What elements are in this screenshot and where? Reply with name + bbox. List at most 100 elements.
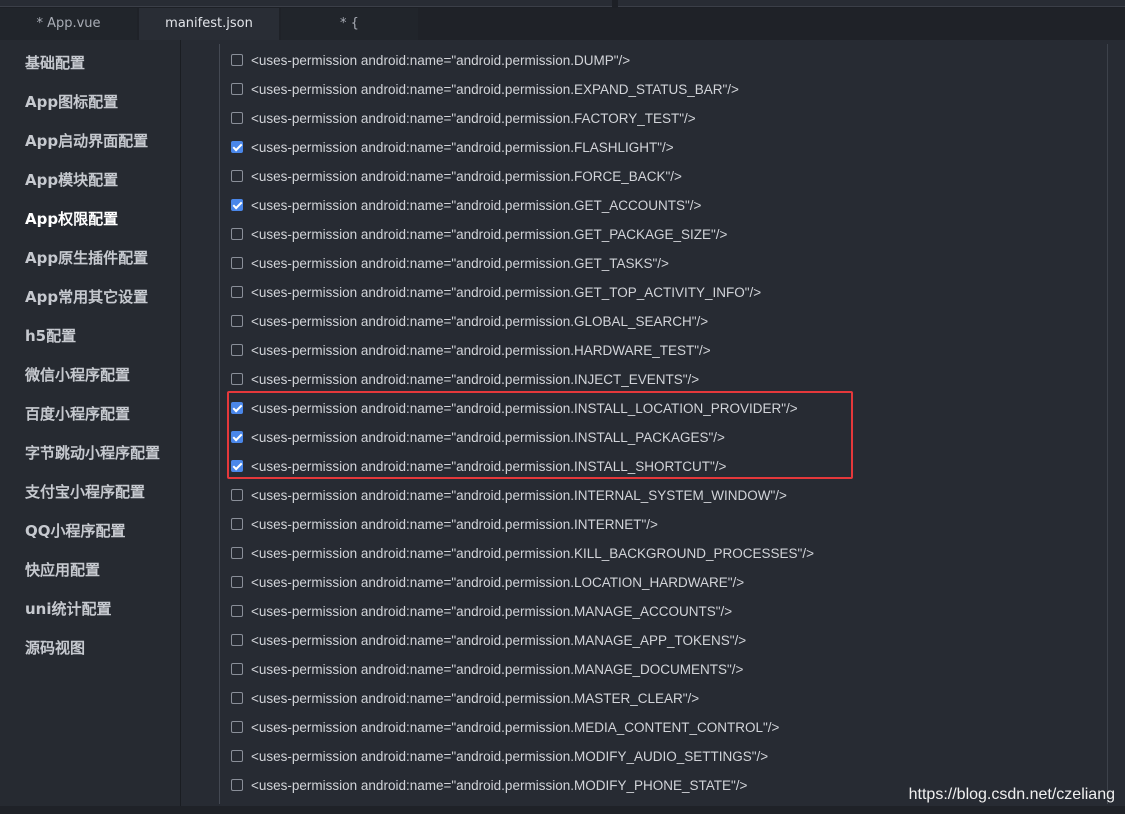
permissions-panel: <uses-permission android:name="android.p…: [181, 40, 1125, 806]
permission-row[interactable]: <uses-permission android:name="android.p…: [231, 311, 708, 331]
checkbox-unchecked[interactable]: [231, 257, 243, 269]
permission-label: <uses-permission android:name="android.p…: [251, 400, 798, 416]
permission-row[interactable]: <uses-permission android:name="android.p…: [231, 369, 699, 389]
permission-label: <uses-permission android:name="android.p…: [251, 487, 787, 503]
watermark: https://blog.csdn.net/czeliang: [908, 786, 1115, 803]
checkbox-checked[interactable]: [231, 431, 243, 443]
permission-label: <uses-permission android:name="android.p…: [251, 110, 696, 126]
permission-row[interactable]: <uses-permission android:name="android.p…: [231, 340, 711, 360]
permission-label: <uses-permission android:name="android.p…: [251, 690, 700, 706]
sidebar-item-app-icon[interactable]: App图标配置: [25, 90, 118, 114]
permission-row[interactable]: <uses-permission android:name="android.p…: [231, 253, 669, 273]
permission-row[interactable]: <uses-permission android:name="android.p…: [231, 485, 787, 505]
checkbox-unchecked[interactable]: [231, 228, 243, 240]
permission-row[interactable]: <uses-permission android:name="android.p…: [231, 717, 779, 737]
sidebar-item-quickapp[interactable]: 快应用配置: [25, 558, 100, 582]
permission-row[interactable]: <uses-permission android:name="android.p…: [231, 746, 768, 766]
permission-label: <uses-permission android:name="android.p…: [251, 516, 658, 532]
permission-label: <uses-permission android:name="android.p…: [251, 458, 727, 474]
checkbox-unchecked[interactable]: [231, 54, 243, 66]
checkbox-unchecked[interactable]: [231, 344, 243, 356]
permission-label: <uses-permission android:name="android.p…: [251, 284, 762, 300]
indent-guide: [219, 44, 220, 804]
checkbox-unchecked[interactable]: [231, 83, 243, 95]
checkbox-checked[interactable]: [231, 141, 243, 153]
permission-label: <uses-permission android:name="android.p…: [251, 632, 747, 648]
sidebar-item-qq-mp[interactable]: QQ小程序配置: [25, 519, 126, 543]
sidebar-item-h5[interactable]: h5配置: [25, 324, 76, 348]
permission-row[interactable]: <uses-permission android:name="android.p…: [231, 601, 732, 621]
tab-manifest-json[interactable]: manifest.json: [139, 8, 279, 40]
permission-row[interactable]: <uses-permission android:name="android.p…: [231, 543, 814, 563]
top-strip: [0, 0, 1125, 8]
sidebar-item-app-splash[interactable]: App启动界面配置: [25, 129, 148, 153]
permission-row[interactable]: <uses-permission android:name="android.p…: [231, 427, 725, 447]
sidebar-item-source-view[interactable]: 源码视图: [25, 636, 85, 660]
sidebar-item-baidu-mp[interactable]: 百度小程序配置: [25, 402, 130, 426]
permission-row[interactable]: <uses-permission android:name="android.p…: [231, 572, 744, 592]
checkbox-unchecked[interactable]: [231, 721, 243, 733]
permission-label: <uses-permission android:name="android.p…: [251, 777, 748, 793]
checkbox-unchecked[interactable]: [231, 634, 243, 646]
permission-label: <uses-permission android:name="android.p…: [251, 313, 709, 329]
checkbox-unchecked[interactable]: [231, 779, 243, 791]
permission-row[interactable]: <uses-permission android:name="android.p…: [231, 398, 798, 418]
checkbox-checked[interactable]: [231, 199, 243, 211]
permission-label: <uses-permission android:name="android.p…: [251, 545, 814, 561]
checkbox-unchecked[interactable]: [231, 547, 243, 559]
sidebar-item-app-modules[interactable]: App模块配置: [25, 168, 118, 192]
permission-row[interactable]: <uses-permission android:name="android.p…: [231, 137, 674, 157]
checkbox-unchecked[interactable]: [231, 286, 243, 298]
sidebar-item-basic-config[interactable]: 基础配置: [25, 51, 85, 75]
scrollbar-track[interactable]: [1107, 44, 1108, 804]
permission-row[interactable]: <uses-permission android:name="android.p…: [231, 688, 699, 708]
checkbox-checked[interactable]: [231, 402, 243, 414]
permission-row[interactable]: <uses-permission android:name="android.p…: [231, 775, 747, 795]
checkbox-unchecked[interactable]: [231, 315, 243, 327]
sidebar-item-app-other-settings[interactable]: App常用其它设置: [25, 285, 148, 309]
tab-untitled[interactable]: * {: [281, 8, 418, 40]
permission-row[interactable]: <uses-permission android:name="android.p…: [231, 456, 726, 476]
top-strip-right: [618, 0, 1125, 7]
checkbox-unchecked[interactable]: [231, 518, 243, 530]
sidebar-item-wechat-mp[interactable]: 微信小程序配置: [25, 363, 130, 387]
permission-label: <uses-permission android:name="android.p…: [251, 226, 728, 242]
permission-row[interactable]: <uses-permission android:name="android.p…: [231, 659, 743, 679]
sidebar-item-app-permissions[interactable]: App权限配置: [25, 207, 118, 231]
checkbox-checked[interactable]: [231, 460, 243, 472]
checkbox-unchecked[interactable]: [231, 605, 243, 617]
permission-label: <uses-permission android:name="android.p…: [251, 81, 739, 97]
tab-app-vue[interactable]: * App.vue: [0, 8, 137, 40]
sidebar-item-bytedance-mp[interactable]: 字节跳动小程序配置: [25, 441, 160, 465]
checkbox-unchecked[interactable]: [231, 170, 243, 182]
permission-row[interactable]: <uses-permission android:name="android.p…: [231, 50, 630, 70]
checkbox-unchecked[interactable]: [231, 373, 243, 385]
sidebar-item-alipay-mp[interactable]: 支付宝小程序配置: [25, 480, 145, 504]
permission-label: <uses-permission android:name="android.p…: [251, 574, 745, 590]
permission-label: <uses-permission android:name="android.p…: [251, 197, 702, 213]
permission-row[interactable]: <uses-permission android:name="android.p…: [231, 79, 739, 99]
permission-label: <uses-permission android:name="android.p…: [251, 429, 725, 445]
permission-row[interactable]: <uses-permission android:name="android.p…: [231, 195, 701, 215]
editor-window: * App.vue manifest.json * { 基础配置 App图标配置…: [0, 0, 1125, 814]
permission-row[interactable]: <uses-permission android:name="android.p…: [231, 108, 696, 128]
permission-row[interactable]: <uses-permission android:name="android.p…: [231, 282, 761, 302]
permission-label: <uses-permission android:name="android.p…: [251, 342, 711, 358]
checkbox-unchecked[interactable]: [231, 489, 243, 501]
sidebar-item-app-native-plugins[interactable]: App原生插件配置: [25, 246, 148, 270]
checkbox-unchecked[interactable]: [231, 663, 243, 675]
checkbox-unchecked[interactable]: [231, 112, 243, 124]
permission-label: <uses-permission android:name="android.p…: [251, 255, 669, 271]
permission-label: <uses-permission android:name="android.p…: [251, 603, 733, 619]
checkbox-unchecked[interactable]: [231, 692, 243, 704]
checkbox-unchecked[interactable]: [231, 576, 243, 588]
checkbox-unchecked[interactable]: [231, 750, 243, 762]
permission-row[interactable]: <uses-permission android:name="android.p…: [231, 166, 682, 186]
sidebar-item-uni-stat[interactable]: uni统计配置: [25, 597, 112, 621]
permission-row[interactable]: <uses-permission android:name="android.p…: [231, 514, 658, 534]
permission-row[interactable]: <uses-permission android:name="android.p…: [231, 224, 727, 244]
permission-row[interactable]: <uses-permission android:name="android.p…: [231, 630, 746, 650]
permission-label: <uses-permission android:name="android.p…: [251, 52, 631, 68]
permission-label: <uses-permission android:name="android.p…: [251, 139, 674, 155]
tab-bar: * App.vue manifest.json * {: [0, 8, 1125, 40]
